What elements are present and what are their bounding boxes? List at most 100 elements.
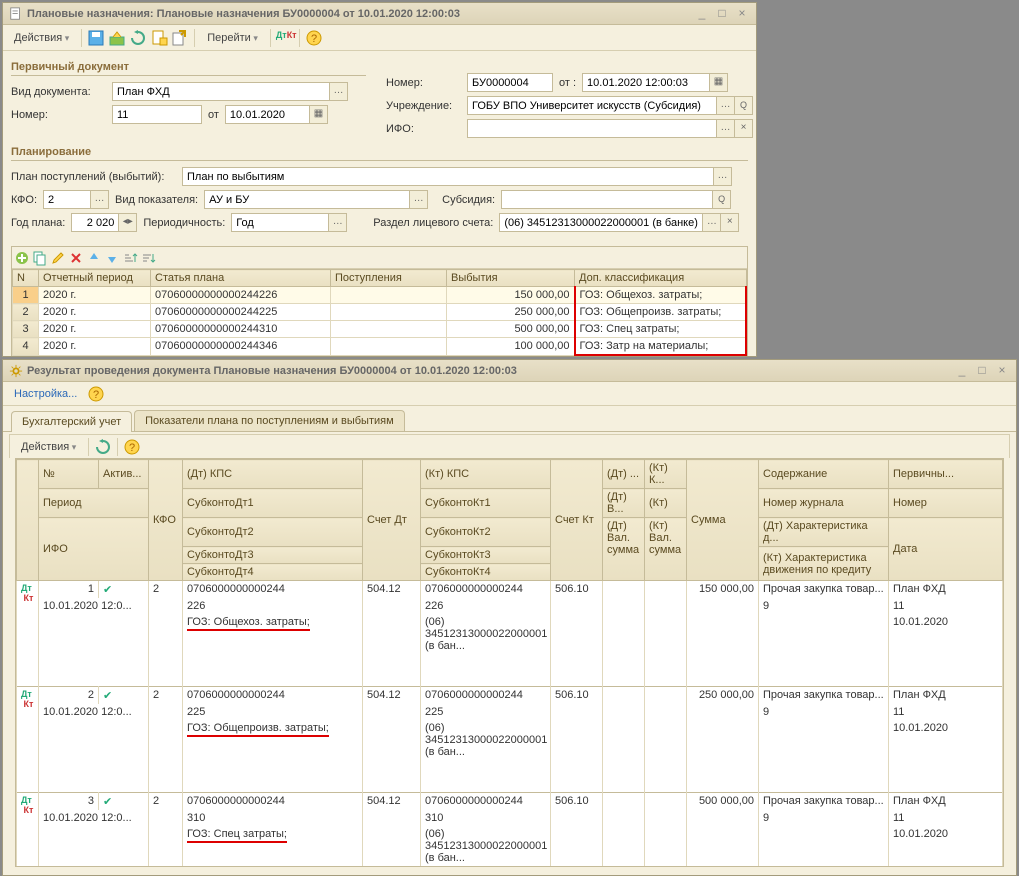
main-toolbar: Действия Перейти ДтКт ? — [3, 25, 756, 51]
refresh-icon[interactable] — [94, 438, 112, 456]
posting-row[interactable]: Дт Кт 2 ✔ 2 0706000000000244 504.12 0706… — [17, 687, 1003, 705]
move-down-icon[interactable] — [104, 250, 120, 266]
ifo-label: ИФО: — [386, 123, 461, 135]
subs-open[interactable]: Q — [713, 190, 731, 209]
tabs: Бухгалтерский учет Показатели плана по п… — [3, 406, 1016, 432]
table-row[interactable]: 4 2020 г. 07060000000000244346 100 000,0… — [13, 338, 747, 356]
year-stepper[interactable]: ◂▸ — [119, 213, 137, 232]
plan-flow-field[interactable] — [182, 167, 714, 186]
post-icon[interactable] — [108, 29, 126, 47]
svg-text:?: ? — [93, 389, 99, 401]
ifo-select[interactable]: … — [717, 119, 735, 138]
year-field[interactable] — [71, 213, 119, 232]
close-button[interactable]: × — [994, 364, 1010, 378]
kfo-label: КФО: — [11, 194, 37, 206]
ind-label: Вид показателя: — [115, 194, 198, 206]
ls-field[interactable] — [499, 213, 703, 232]
posting-window: Результат проведения документа Плановые … — [2, 359, 1017, 876]
orig-date-field[interactable] — [225, 105, 310, 124]
posting-grid[interactable]: № Актив... КФО (Дт) КПС Счет Дт (Кт) КПС… — [15, 458, 1004, 867]
dtkt-icon: Дт Кт — [17, 581, 39, 687]
col-period[interactable]: Отчетный период — [39, 270, 151, 287]
ind-select[interactable]: … — [410, 190, 428, 209]
num-field[interactable] — [467, 73, 553, 92]
report-icon[interactable] — [150, 29, 168, 47]
save-icon[interactable] — [87, 29, 105, 47]
check-icon: ✔ — [103, 584, 112, 596]
sort-desc-icon[interactable] — [140, 250, 156, 266]
ifo-clear[interactable]: × — [735, 119, 753, 138]
refresh-icon[interactable] — [129, 29, 147, 47]
sort-asc-icon[interactable] — [122, 250, 138, 266]
delete-icon[interactable] — [68, 250, 84, 266]
plan-table[interactable]: N Отчетный период Статья плана Поступлен… — [12, 269, 747, 356]
period-select[interactable]: … — [329, 213, 347, 232]
col-in[interactable]: Поступления — [331, 270, 447, 287]
minimize-button[interactable]: _ — [954, 364, 970, 378]
subs-label: Субсидия: — [442, 194, 495, 206]
maximize-button[interactable]: □ — [714, 7, 730, 21]
org-field[interactable] — [467, 96, 717, 115]
dtkt-icon[interactable]: ДтКт — [276, 29, 294, 47]
acc-toolbar: Действия ? — [9, 434, 1010, 458]
window-title: Плановые назначения: Плановые назначения… — [27, 8, 694, 20]
goto-menu[interactable]: Перейти — [200, 29, 265, 47]
kfo-field[interactable] — [43, 190, 91, 209]
posting-row[interactable]: Дт Кт 3 ✔ 2 0706000000000244 504.12 0706… — [17, 793, 1003, 811]
basis-icon[interactable] — [171, 29, 189, 47]
orig-num-field[interactable] — [112, 105, 202, 124]
period-label: Периодичность: — [143, 217, 225, 229]
move-up-icon[interactable] — [86, 250, 102, 266]
settings-link[interactable]: Настройка... — [7, 385, 84, 403]
calendar-icon[interactable]: ▦ — [310, 105, 328, 124]
actions-menu[interactable]: Действия — [14, 438, 83, 456]
num-label: Номер: — [386, 77, 461, 89]
ind-field[interactable] — [204, 190, 410, 209]
doc-type-label: Вид документа: — [11, 86, 106, 98]
col-out[interactable]: Выбытия — [447, 270, 575, 287]
help-icon[interactable]: ? — [123, 438, 141, 456]
help-icon[interactable]: ? — [87, 385, 105, 403]
maximize-button[interactable]: □ — [974, 364, 990, 378]
subs-field[interactable] — [501, 190, 713, 209]
doc-type-select[interactable]: … — [330, 82, 348, 101]
add-icon[interactable] — [14, 250, 30, 266]
settings-toolbar: Настройка... ? — [3, 382, 1016, 406]
close-button[interactable]: × — [734, 7, 750, 21]
help-icon[interactable]: ? — [305, 29, 323, 47]
calendar-icon[interactable]: ▦ — [710, 73, 728, 92]
check-icon: ✔ — [103, 690, 112, 702]
primary-doc-section: Первичный документ — [11, 61, 366, 76]
planning-section: Планирование — [11, 146, 748, 161]
org-open[interactable]: Q — [735, 96, 753, 115]
ls-select[interactable]: … — [703, 213, 721, 232]
kfo-select[interactable]: … — [91, 190, 109, 209]
date-field[interactable] — [582, 73, 710, 92]
org-select[interactable]: … — [717, 96, 735, 115]
doc-type-field[interactable] — [112, 82, 330, 101]
table-row[interactable]: 3 2020 г. 07060000000000244310 500 000,0… — [13, 321, 747, 338]
col-n[interactable]: N — [13, 270, 39, 287]
gear-icon — [9, 364, 23, 378]
titlebar: Результат проведения документа Плановые … — [3, 360, 1016, 382]
col-code[interactable]: Статья плана — [151, 270, 331, 287]
ls-clear[interactable]: × — [721, 213, 739, 232]
minimize-button[interactable]: _ — [694, 7, 710, 21]
plan-flow-select[interactable]: … — [714, 167, 732, 186]
copy-icon[interactable] — [32, 250, 48, 266]
edit-icon[interactable] — [50, 250, 66, 266]
period-field[interactable] — [231, 213, 329, 232]
table-row[interactable]: 1 2020 г. 07060000000000244226 150 000,0… — [13, 287, 747, 304]
document-icon — [9, 7, 23, 21]
tab-plan-indicators[interactable]: Показатели плана по поступлениям и выбыт… — [134, 410, 405, 431]
ifo-field[interactable] — [467, 119, 717, 138]
posting-row[interactable]: Дт Кт 1 ✔ 2 0706000000000244 504.12 0706… — [17, 581, 1003, 599]
org-label: Учреждение: — [386, 100, 461, 112]
table-row[interactable]: 2 2020 г. 07060000000000244225 250 000,0… — [13, 304, 747, 321]
ls-label: Раздел лицевого счета: — [373, 217, 493, 229]
tab-accounting[interactable]: Бухгалтерский учет — [11, 411, 132, 432]
col-extra[interactable]: Доп. классификация — [575, 270, 747, 287]
form-area: Первичный документ Вид документа: … Номе… — [3, 51, 756, 242]
actions-menu[interactable]: Действия — [7, 29, 76, 47]
year-label: Год плана: — [11, 217, 65, 229]
